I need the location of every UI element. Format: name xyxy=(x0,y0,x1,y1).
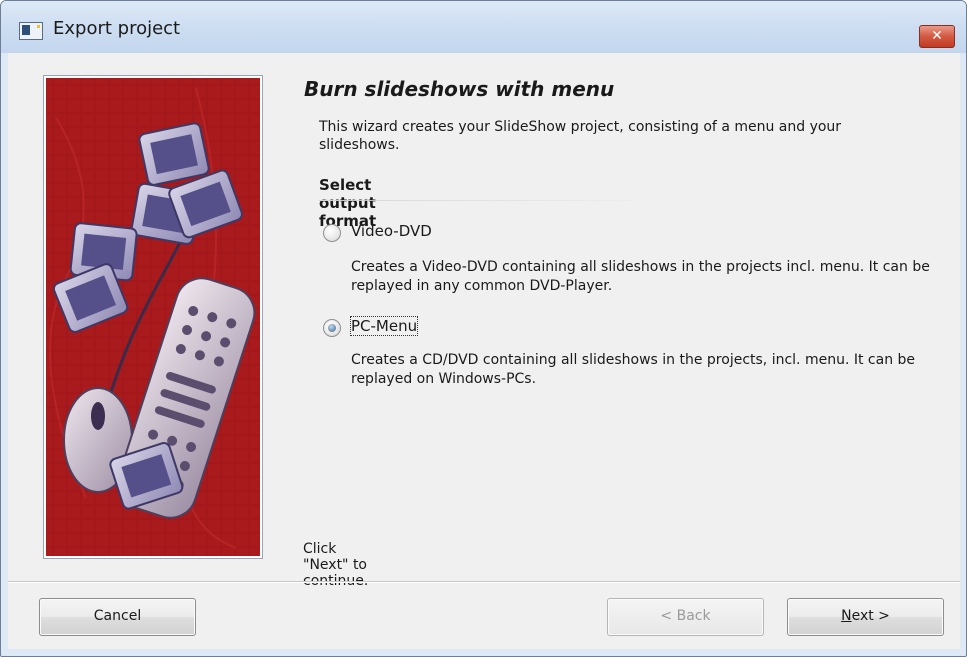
wizard-description: This wizard creates your SlideShow proje… xyxy=(319,119,842,153)
next-label: ext > xyxy=(851,608,890,624)
video-dvd-description: Creates a Video-DVD containing all slide… xyxy=(351,259,930,294)
back-button[interactable]: < Back xyxy=(607,598,764,636)
wizard-heading: Burn slideshows with menu xyxy=(304,77,615,101)
app-icon xyxy=(19,22,43,40)
next-mnemonic: N xyxy=(841,608,852,624)
export-project-dialog: Export project ✕ Burn slideshows with me… xyxy=(0,0,967,657)
close-button[interactable]: ✕ xyxy=(919,25,955,48)
video-dvd-radio[interactable] xyxy=(323,224,341,242)
slides-remote-mouse-illustration xyxy=(46,78,260,556)
close-icon: ✕ xyxy=(931,28,943,44)
wizard-illustration xyxy=(46,78,260,556)
pc-menu-label[interactable]: PC-Menu xyxy=(349,316,419,336)
wizard-image-frame xyxy=(43,75,263,559)
pc-menu-description: Creates a CD/DVD containing all slidesho… xyxy=(351,352,916,387)
dialog-body: Burn slideshows with menu This wizard cr… xyxy=(8,53,960,649)
pc-menu-radio[interactable] xyxy=(323,319,341,337)
footer-divider xyxy=(8,581,960,583)
title-bar[interactable]: Export project ✕ xyxy=(1,1,966,53)
cancel-button[interactable]: Cancel xyxy=(39,598,196,636)
section-separator xyxy=(319,200,669,201)
next-button[interactable]: Next > xyxy=(787,598,944,636)
video-dvd-label[interactable]: Video-DVD xyxy=(351,222,432,240)
window-title: Export project xyxy=(53,18,181,39)
